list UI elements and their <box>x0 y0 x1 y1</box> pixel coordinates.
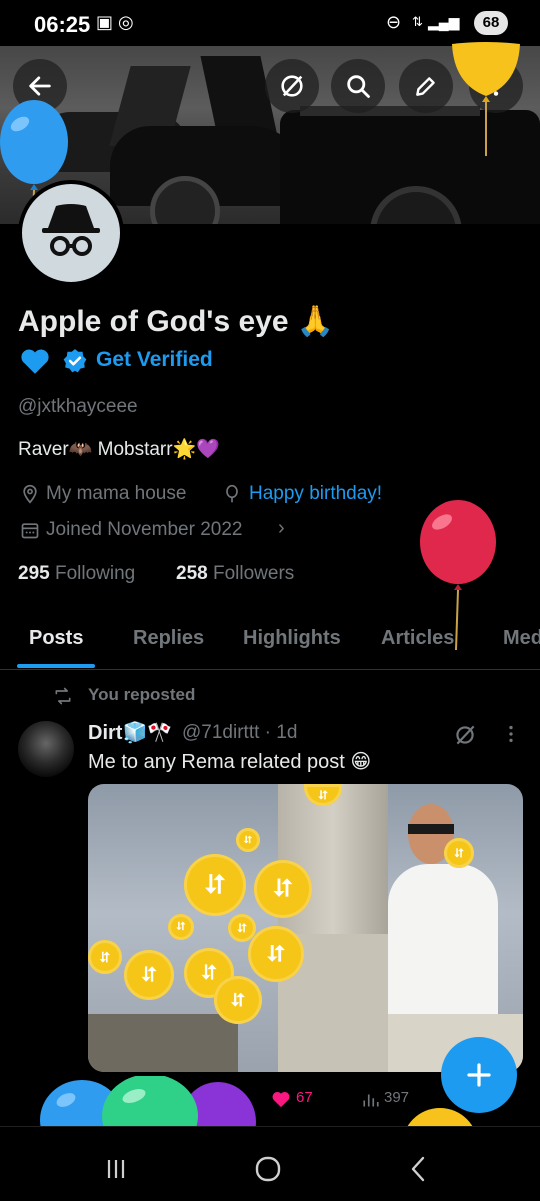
grok-icon[interactable] <box>452 722 478 748</box>
repost-coin-icon: ⮃ <box>214 976 262 1024</box>
followers-label: Followers <box>212 563 295 584</box>
tab-replies[interactable]: Replies <box>133 627 204 650</box>
do-not-disturb-icon: ⊖ <box>386 12 402 32</box>
repost-coin-icon: ⮃ <box>168 914 194 940</box>
profile-avatar[interactable] <box>18 180 124 286</box>
battery-indicator: 68 <box>474 11 508 35</box>
search-button[interactable] <box>331 59 385 113</box>
edit-button[interactable] <box>399 59 453 113</box>
tab-divider <box>0 669 540 670</box>
repost-label: You reposted <box>88 685 196 704</box>
repost-icon <box>55 687 71 705</box>
grok-button[interactable] <box>265 59 319 113</box>
view-count[interactable]: 397 <box>384 1089 409 1106</box>
tab-media[interactable]: Med <box>503 627 540 650</box>
search-icon <box>347 75 370 98</box>
repost-coin-icon: ⮃ <box>236 828 260 852</box>
profile-location: My mama house <box>46 483 187 504</box>
compose-post-button[interactable] <box>441 1037 517 1113</box>
tab-articles[interactable]: Articles <box>381 627 454 650</box>
incognito-icon <box>42 204 100 256</box>
balloons-bottom <box>40 1076 256 1130</box>
bar-chart-icon[interactable] <box>362 1091 380 1107</box>
repost-coin-icon: ⮃ <box>254 860 312 918</box>
arrow-left-icon <box>29 76 51 96</box>
get-verified-link[interactable]: Get Verified <box>96 348 213 372</box>
status-time: 06:25 <box>34 12 91 37</box>
signal-strength-icon: ▂▄▆ <box>428 14 460 30</box>
repost-coin-icon: ⮃ <box>184 854 246 916</box>
post-author-handle[interactable]: @71dirttt · 1d <box>182 722 297 744</box>
tab-highlights[interactable]: Highlights <box>243 627 341 650</box>
home-icon[interactable] <box>254 1156 282 1182</box>
repost-coin-icon: ⮃ <box>88 940 122 974</box>
joined-date[interactable]: Joined November 2022 <box>46 519 242 541</box>
repost-coin-icon: ⮃ <box>248 926 304 982</box>
post-author-name[interactable]: Dirt🧊🎌 <box>88 720 172 745</box>
followers-count: 258 <box>176 563 208 584</box>
balloon-yellow-top <box>452 42 520 156</box>
edit-icon <box>416 77 435 96</box>
recent-apps-icon[interactable] <box>104 1157 128 1181</box>
plus-icon <box>467 1063 491 1087</box>
balloon-icon <box>226 484 238 503</box>
whatsapp-notification-icon: ◎ <box>118 12 134 32</box>
verified-badge-icon[interactable] <box>62 348 88 374</box>
tab-posts[interactable]: Posts <box>29 627 83 650</box>
back-nav-icon[interactable] <box>406 1155 430 1183</box>
screenshot-notification-icon: ▣ <box>96 12 114 32</box>
repost-coin-icon: ⮃ <box>124 950 174 1000</box>
blue-heart-icon <box>21 349 49 374</box>
followers-link[interactable]: 258 Followers <box>176 563 294 585</box>
post-more-icon[interactable] <box>500 723 522 745</box>
post-text: Me to any Rema related post 😁 <box>88 751 372 773</box>
display-name: Apple of God's eye 🙏 <box>18 305 335 338</box>
repost-coin-icon: ⮃ <box>444 838 474 868</box>
profile-handle: @jxtkhayceee <box>18 396 138 417</box>
calendar-icon <box>21 523 39 539</box>
active-tab-indicator <box>17 664 95 668</box>
post-author-avatar[interactable] <box>18 721 74 777</box>
like-count[interactable]: 67 <box>296 1089 313 1106</box>
following-label: Following <box>54 563 136 584</box>
system-navigation-bar <box>0 1126 540 1201</box>
location-pin-icon <box>23 484 37 504</box>
profile-bio: Raver🦇 Mobstarr🌟💜 <box>18 439 220 460</box>
grok-icon <box>281 75 303 97</box>
chevron-right-icon[interactable]: › <box>278 517 285 540</box>
following-link[interactable]: 295 Following <box>18 563 135 585</box>
data-arrows-icon: ⇅ <box>412 14 423 29</box>
post-media-image[interactable]: ⮃ ⮃ ⮃ ⮃ ⮃ ⮃ ⮃ ⮃ ⮃ ⮃ ⮃ ⮃ <box>88 784 523 1072</box>
birthday-link[interactable]: Happy birthday! <box>249 483 382 505</box>
following-count: 295 <box>18 563 50 584</box>
